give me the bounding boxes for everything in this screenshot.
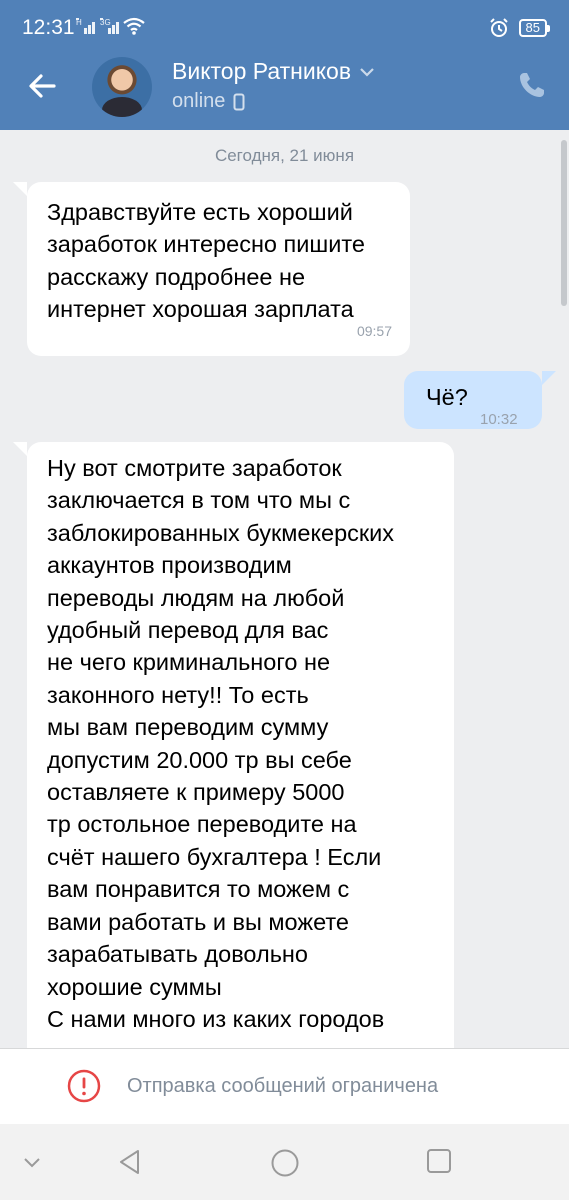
message-time: 09:57 (356, 322, 392, 339)
message-line: аккаунтов производим (47, 552, 292, 579)
status-time: 12:31 (22, 16, 75, 39)
status-right: 85 (489, 18, 551, 38)
message-bubble-incoming[interactable]: Здравствуйте есть хороший заработок инте… (13, 182, 410, 356)
message-line: вами работать и вы можете (47, 908, 349, 935)
back-arrow-icon[interactable] (22, 66, 62, 106)
message-line: оставляете к примеру 5000 (47, 779, 345, 806)
avatar[interactable] (92, 57, 152, 117)
message-line: заключается в том что мы с (47, 487, 351, 514)
message-bubble-outgoing[interactable]: Чё? 10:32 (404, 371, 556, 429)
nav-collapse-icon[interactable] (22, 1156, 42, 1170)
message-line: счёт нашего бухгалтера ! Если (47, 843, 382, 870)
message-line: не чего криминального не (47, 649, 331, 676)
system-nav-bar (0, 1124, 569, 1200)
message-bubble-incoming[interactable]: Ну вот смотрите заработок заключается в … (13, 442, 454, 1048)
message-line: удобный перевод для вас (47, 617, 329, 644)
message-line: допустим 20.000 тр вы себе (47, 746, 352, 773)
message-line: С нами много из каких городов (47, 1005, 385, 1032)
message-line: заблокированных букмекерских (47, 519, 395, 546)
message-line: зарабатывать довольно (47, 941, 308, 968)
phone-call-icon[interactable] (517, 70, 547, 100)
message-line: тр остольное переводите на (47, 811, 357, 838)
mobile-phone-icon (233, 93, 245, 110)
date-separator: Сегодня, 21 июня (214, 146, 355, 165)
contact-status: online (172, 90, 245, 113)
message-text: Чё? (426, 384, 468, 410)
message-line: вам понравится то можем с (47, 876, 350, 903)
message-line: Ну вот смотрите заработок (47, 455, 342, 481)
nav-back-icon[interactable] (116, 1148, 144, 1176)
contact-name-button[interactable]: Виктор Ратников (172, 58, 375, 85)
message-line: законного нету!! То есть (47, 681, 309, 708)
restriction-text: Отправка сообщений ограничена (127, 1075, 439, 1097)
contact-name: Виктор Ратников (172, 58, 352, 84)
chat-history[interactable]: Сегодня, 21 июня Здравствуйте есть хорош… (0, 130, 569, 1048)
message-line: мы вам переводим сумму (47, 714, 329, 741)
chevron-down-icon (360, 67, 374, 77)
wifi-icon (123, 17, 145, 35)
nav-recents-icon[interactable] (426, 1148, 452, 1174)
status-label: online (172, 90, 226, 112)
message-time: 10:32 (480, 411, 518, 428)
nav-home-icon[interactable] (270, 1148, 300, 1178)
message-line: переводы людям на любой (47, 584, 345, 611)
message-text: Здравствуйте есть хороший заработок инте… (47, 199, 365, 323)
alarm-icon (489, 18, 508, 37)
scrollbar[interactable] (561, 140, 567, 306)
message-line: хорошие суммы (47, 973, 222, 1000)
app-header: 12:31 H 3G 85 Виктор Ратников online (0, 0, 569, 130)
warning-icon (67, 1069, 101, 1103)
message-restriction-bar: Отправка сообщений ограничена (0, 1048, 569, 1125)
battery-indicator: 85 (518, 19, 551, 37)
